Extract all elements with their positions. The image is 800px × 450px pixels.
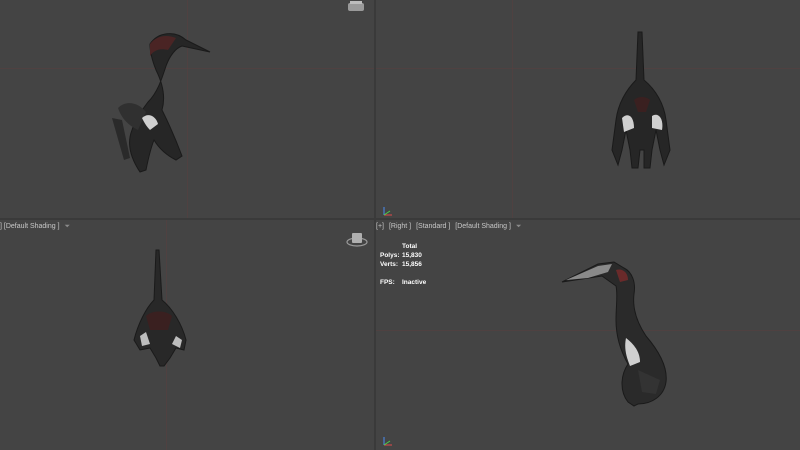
fps-value: Inactive <box>402 279 427 286</box>
pterosaur-model-side[interactable] <box>376 220 800 450</box>
viewcube-icon[interactable] <box>346 230 368 253</box>
viewport-statistics: Total Polys: 15,830 Verts: 15,856 FPS: Inac… <box>380 242 426 287</box>
verts-value: 15,856 <box>402 261 422 268</box>
viewport-divider-horizontal[interactable] <box>0 218 800 220</box>
stats-header: Total <box>402 243 418 250</box>
viewport-top-right[interactable] <box>376 0 800 218</box>
viewport-divider-vertical[interactable] <box>374 0 376 450</box>
pterosaur-model-front[interactable] <box>0 220 374 450</box>
polys-value: 15,830 <box>402 252 422 259</box>
polys-label: Polys: <box>380 252 400 259</box>
xyz-axis-gizmo <box>382 204 394 216</box>
pterosaur-model-front-left[interactable] <box>0 0 374 218</box>
viewport-bottom-left[interactable]: ] [Default Shading ] ⏷ <box>0 220 374 450</box>
viewport-bottom-right[interactable]: [+] [Right ] [Standard ] [Default Shadin… <box>376 220 800 450</box>
fps-label: FPS: <box>380 279 395 286</box>
viewcube-icon[interactable] <box>346 0 366 18</box>
pterosaur-model-back[interactable] <box>376 0 800 218</box>
xyz-axis-gizmo <box>382 434 394 446</box>
verts-label: Verts: <box>380 261 399 268</box>
viewport-top-left[interactable] <box>0 0 374 218</box>
